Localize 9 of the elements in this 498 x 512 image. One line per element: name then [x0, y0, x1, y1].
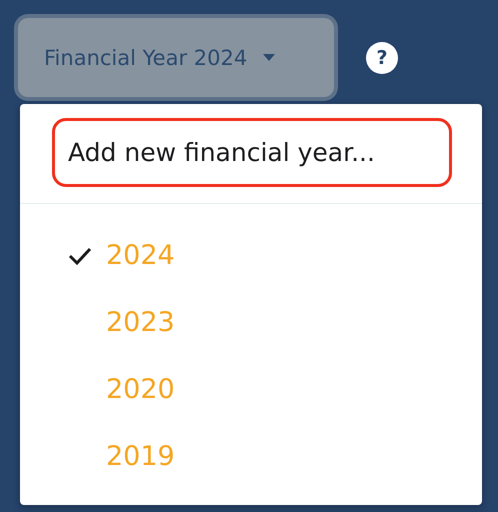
add-year-menu-item[interactable]: Add new financial year... — [52, 118, 452, 187]
caret-icon — [263, 54, 276, 61]
year-menu-item[interactable]: 2023 — [68, 307, 175, 338]
check-icon — [68, 246, 92, 264]
year-menu-item[interactable]: 2024 — [68, 240, 175, 271]
year-menu-item[interactable]: 2019 — [68, 441, 175, 472]
year-menu-item[interactable]: 2020 — [68, 374, 175, 405]
financial-year-dropdown[interactable]: Financial Year 2024 — [18, 18, 334, 97]
help-button[interactable]: ? — [366, 42, 398, 74]
